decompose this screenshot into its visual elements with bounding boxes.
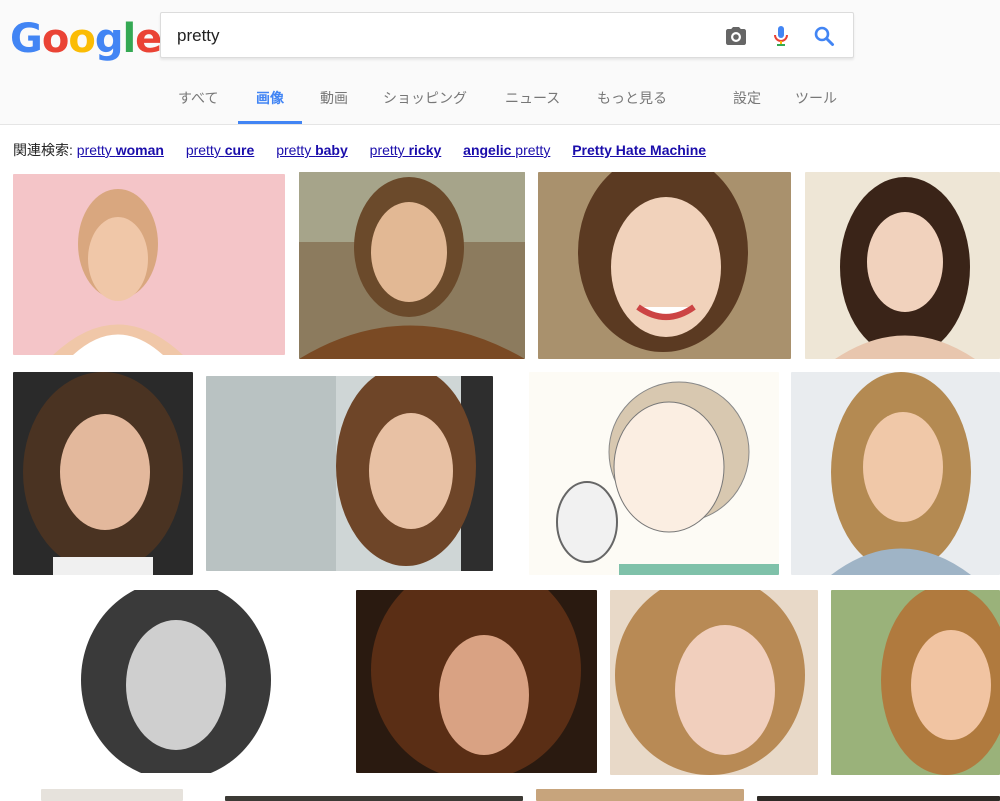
portrait-thumbnail: [41, 590, 304, 773]
portrait-thumbnail: [13, 174, 285, 355]
google-logo[interactable]: Google: [10, 14, 162, 64]
portrait-thumbnail: [13, 372, 193, 575]
related-link[interactable]: pretty baby: [276, 142, 348, 158]
portrait-thumbnail: [206, 376, 493, 571]
image-result[interactable]: [41, 789, 183, 801]
related-searches: 関連検索: pretty woman pretty cure pretty ba…: [13, 140, 724, 160]
mic-icon[interactable]: [769, 24, 793, 48]
image-result[interactable]: [13, 372, 193, 575]
logo-letter: o: [68, 16, 96, 62]
logo-letter: l: [122, 16, 136, 62]
tab-all[interactable]: すべて: [178, 84, 218, 122]
portrait-thumbnail: [356, 590, 597, 773]
portrait-thumbnail: [831, 590, 1000, 775]
image-result[interactable]: [538, 172, 791, 359]
related-prefix: 関連検索:: [13, 142, 73, 158]
tab-tools[interactable]: ツール: [795, 84, 837, 122]
logo-letter: o: [41, 16, 70, 62]
portrait-thumbnail: [529, 372, 779, 575]
tab-settings[interactable]: 設定: [733, 84, 761, 122]
image-result[interactable]: [757, 796, 1000, 801]
search-input[interactable]: [177, 23, 697, 49]
logo-letter: G: [10, 16, 43, 62]
camera-icon[interactable]: [724, 24, 748, 48]
search-box: [160, 12, 854, 58]
portrait-thumbnail: [299, 172, 525, 359]
portrait-thumbnail: [538, 172, 791, 359]
image-result[interactable]: [356, 590, 597, 773]
search-tabs: すべて 画像 動画 ショッピング ニュース もっと見る 設定 ツール: [0, 84, 1000, 124]
header: Google すべて 画像 動画 ショッピング ニュース もっと見る 設定 ツー…: [0, 0, 1000, 125]
related-link[interactable]: pretty cure: [186, 142, 254, 158]
image-result[interactable]: [805, 172, 1000, 359]
portrait-thumbnail: [610, 590, 818, 775]
image-result[interactable]: [831, 590, 1000, 775]
tab-images[interactable]: 画像: [238, 84, 302, 124]
portrait-thumbnail: [757, 796, 1000, 801]
logo-letter: e: [135, 16, 162, 62]
related-link[interactable]: Pretty Hate Machine: [572, 142, 706, 158]
portrait-thumbnail: [225, 796, 523, 801]
logo-letter: g: [94, 16, 124, 62]
portrait-thumbnail: [805, 172, 1000, 359]
image-result[interactable]: [529, 372, 779, 575]
tab-more[interactable]: もっと見る: [597, 84, 667, 122]
image-result[interactable]: [13, 174, 285, 355]
portrait-thumbnail: [791, 372, 1000, 575]
related-link[interactable]: pretty ricky: [370, 142, 442, 158]
image-result[interactable]: [299, 172, 525, 359]
related-link[interactable]: pretty woman: [77, 142, 164, 158]
image-result[interactable]: [225, 796, 523, 801]
search-icon[interactable]: [812, 24, 836, 48]
image-result[interactable]: [536, 789, 744, 801]
tab-news[interactable]: ニュース: [505, 84, 560, 122]
image-result[interactable]: [41, 590, 304, 773]
tab-shopping[interactable]: ショッピング: [383, 84, 467, 122]
image-result[interactable]: [610, 590, 818, 775]
image-result[interactable]: [791, 372, 1000, 575]
portrait-thumbnail: [536, 789, 744, 801]
portrait-thumbnail: [41, 789, 183, 801]
related-link[interactable]: angelic pretty: [463, 142, 550, 158]
image-result[interactable]: [206, 376, 493, 571]
tab-videos[interactable]: 動画: [320, 84, 348, 122]
